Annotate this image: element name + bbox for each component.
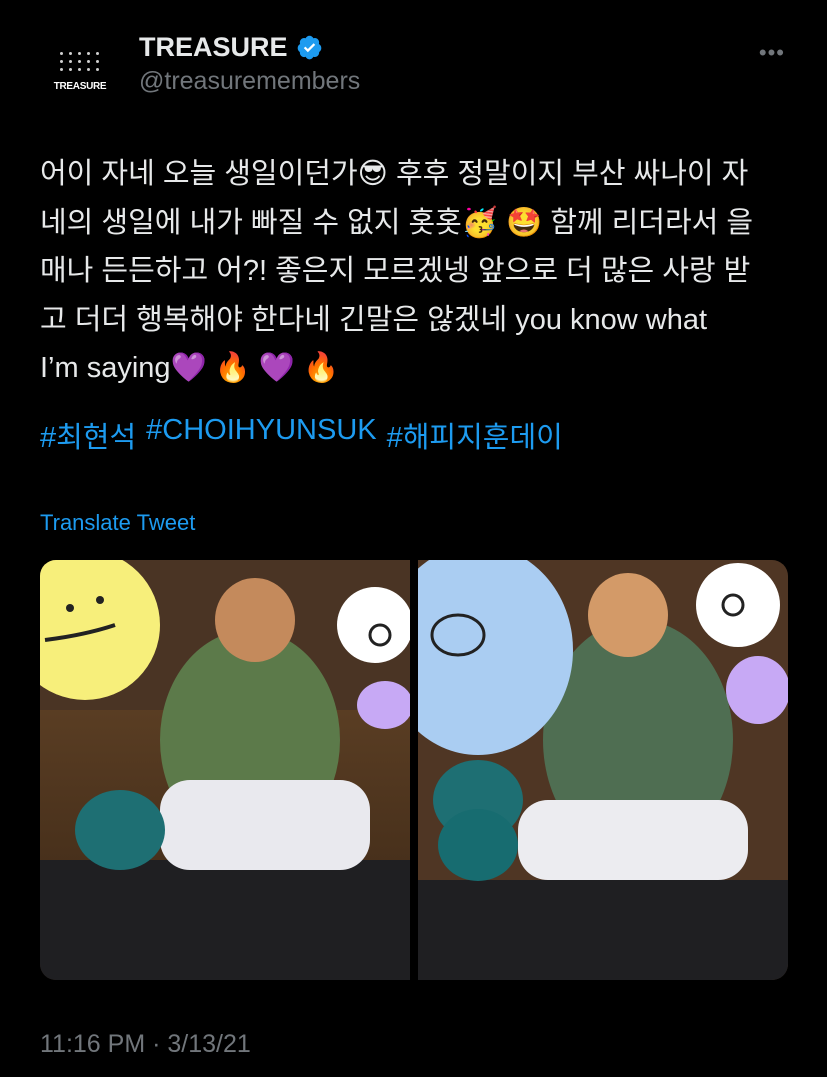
media-grid <box>40 560 788 980</box>
hashtag-link[interactable]: #해피지훈데이 <box>387 414 563 456</box>
avatar-logo-text: TREASURE <box>53 81 107 92</box>
hashtag-link[interactable]: #최현석 <box>40 414 136 456</box>
tweet-photo-1[interactable] <box>40 560 410 980</box>
hashtag-link[interactable]: #CHOIHYUNSUK <box>146 414 376 456</box>
verified-badge-icon <box>296 34 323 61</box>
tweet-timestamp[interactable]: 11:16 PM · 3/13/21 <box>40 1030 251 1059</box>
hashtags: #최현석 #CHOIHYUNSUK #해피지훈데이 <box>40 414 563 456</box>
translate-tweet-link[interactable]: Translate Tweet <box>40 510 195 536</box>
display-name[interactable]: TREASURE <box>139 32 288 63</box>
avatar[interactable]: TREASURE <box>40 32 120 112</box>
tweet-text: 어이 자네 오늘 생일이던가😎 후후 정말이지 부산 싸나이 자 네의 생일에 … <box>40 158 754 384</box>
tweet-photo-2[interactable] <box>418 560 788 980</box>
user-handle[interactable]: @treasuremembers <box>139 67 360 96</box>
logo-dots-icon <box>60 52 100 71</box>
author-name-row[interactable]: TREASURE <box>139 32 323 63</box>
more-icon[interactable]: ••• <box>759 40 785 66</box>
